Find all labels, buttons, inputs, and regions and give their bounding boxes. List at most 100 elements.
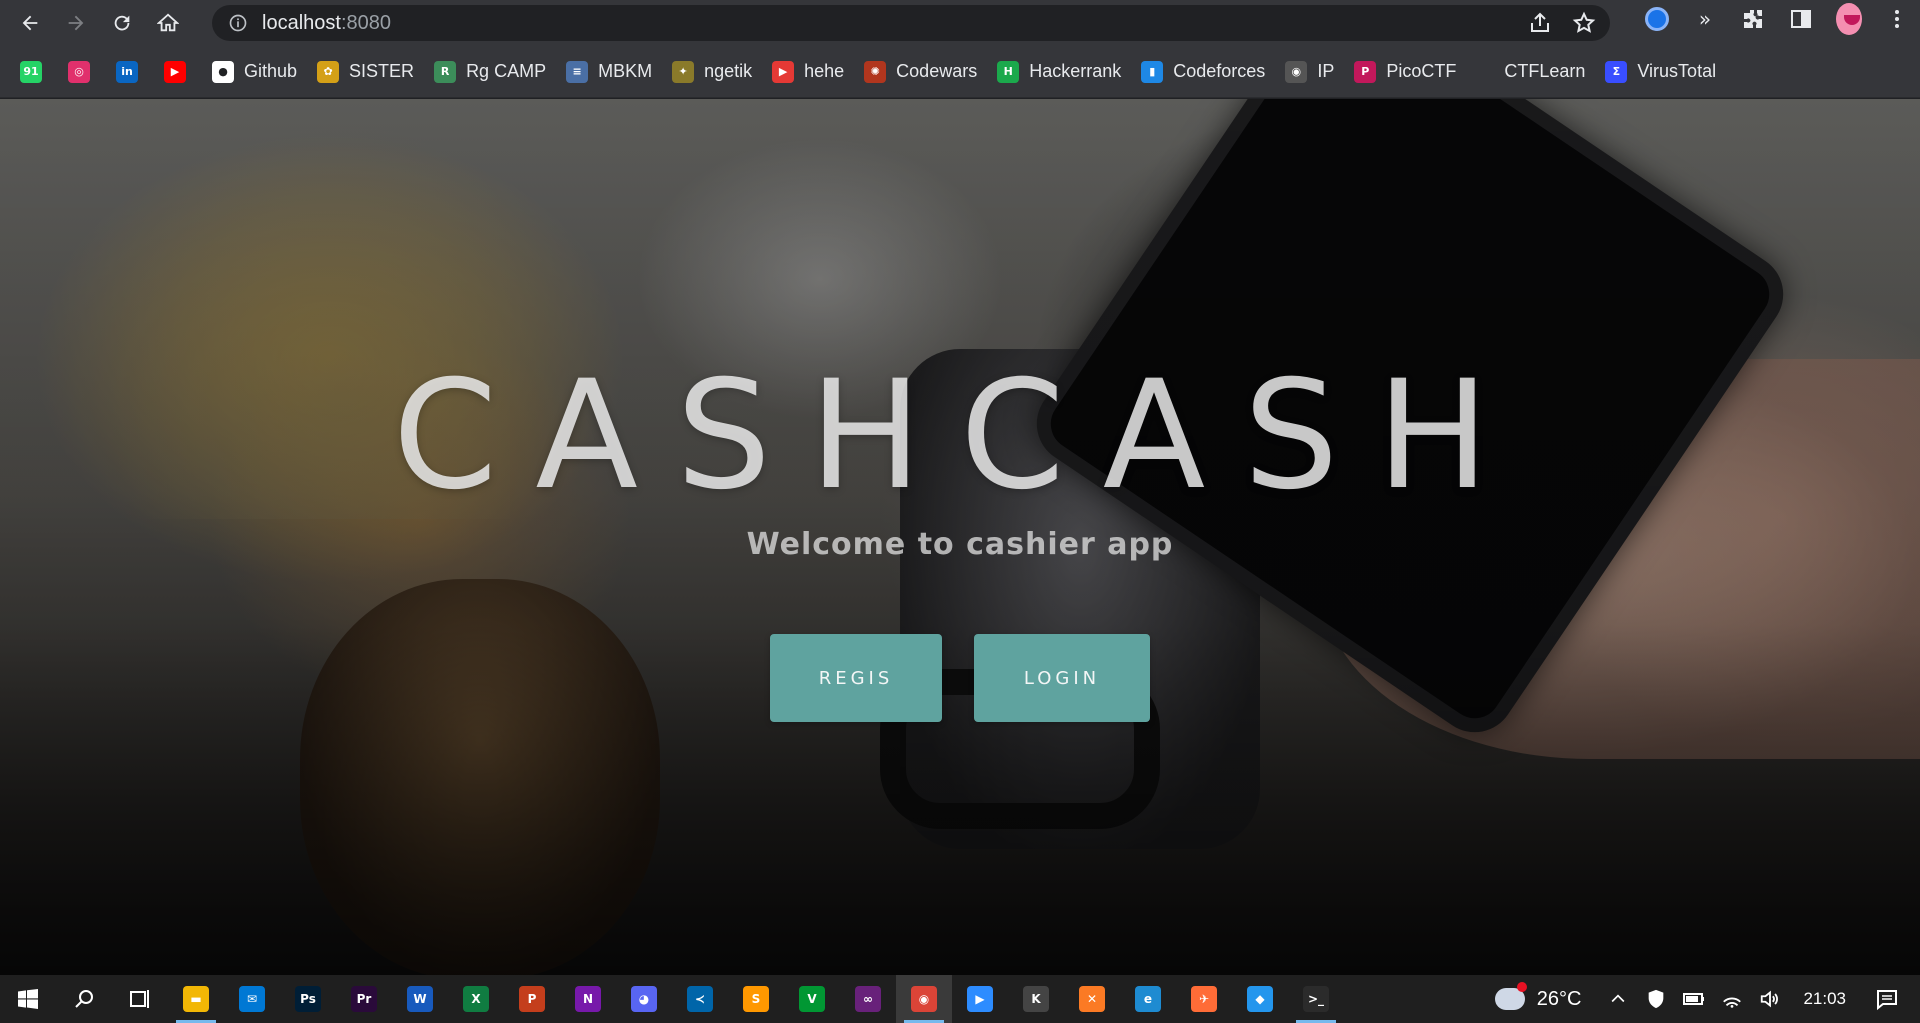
avatar[interactable] [1836,3,1862,35]
url-text[interactable]: localhost:8080 [262,12,391,35]
bookmark-hehe[interactable]: ▶ hehe [772,60,844,83]
taskbar-vim-button[interactable]: V [784,975,840,1023]
taskbar-terminal-button[interactable]: >_ [1288,975,1344,1023]
taskbar-edge-button[interactable]: e [1120,975,1176,1023]
visual-studio-icon: ∞ [855,986,881,1012]
taskbar-kali-button[interactable]: K [1008,975,1064,1023]
word-icon: W [407,986,433,1012]
bookmark-label: IP [1317,61,1335,81]
reload-icon[interactable] [104,5,140,41]
premiere-icon: Pr [351,986,377,1012]
bookmark-sister[interactable]: ✿ SISTER [317,60,414,83]
linkedin-icon: in [116,60,138,83]
vscode-icon: ≺ [687,986,713,1012]
extension-circle-icon[interactable] [1644,6,1670,32]
bookmark-instagram[interactable]: ◎ [68,60,90,83]
share-icon[interactable] [1528,11,1552,35]
bookmark-whatsapp[interactable]: 91 [20,60,42,83]
taskbar-premiere-button[interactable]: Pr [336,975,392,1023]
vim-icon: V [799,986,825,1012]
taskbar-postman-button[interactable]: ✈ [1176,975,1232,1023]
login-button[interactable]: LOGIN [974,634,1150,722]
github-icon: ● [212,60,234,83]
bookmark-label: Rg CAMP [466,61,547,81]
back-arrow-icon[interactable] [12,5,48,41]
mbkm-icon: ≡ [566,60,589,83]
codeforces-icon: ▮ [1141,60,1164,83]
taskbar-docker-button[interactable]: ◆ [1232,975,1288,1023]
postman-icon: ✈ [1191,986,1217,1012]
excel-icon: X [463,986,489,1012]
chevron-up-icon[interactable] [1603,984,1633,1014]
system-tray: 26°C 21:03 [1491,975,1920,1023]
address-bar[interactable]: localhost:8080 [212,5,1610,41]
extension-arrows-icon[interactable]: » [1692,6,1718,32]
bookmark-linkedin[interactable]: in [116,60,138,83]
sister-icon: ✿ [317,60,340,83]
forward-arrow-icon[interactable] [58,5,94,41]
taskbar-xampp-button[interactable]: ✕ [1064,975,1120,1023]
taskbar-excel-button[interactable]: X [448,975,504,1023]
battery-icon[interactable] [1679,984,1709,1014]
windows-start-icon[interactable] [0,975,56,1023]
weather-cloud-icon[interactable] [1494,982,1527,1014]
temperature[interactable]: 26°C [1537,988,1582,1011]
taskbar-zoom-button[interactable]: ▶ [952,975,1008,1023]
taskbar-mail-button[interactable]: ✉ [224,975,280,1023]
task-view-icon[interactable] [112,975,168,1023]
bookmark-label: Hackerrank [1029,61,1122,81]
bookmark-ctflearn[interactable]: CTFLearn [1504,61,1585,82]
ngetik-icon: ✦ [672,60,695,83]
chrome-icon: ◉ [911,986,937,1012]
taskbar-sublime-button[interactable]: S [728,975,784,1023]
bookmark-hackerrank[interactable]: H Hackerrank [997,60,1122,83]
bookmark-picoctf[interactable]: P PicoCTF [1354,60,1456,83]
shield-icon[interactable] [1641,984,1671,1014]
taskbar-powerpoint-button[interactable]: P [504,975,560,1023]
bookmark-youtube[interactable]: ▶ [164,60,186,83]
bookmark-github[interactable]: ● Github [212,60,297,83]
taskbar-vscode-button[interactable]: ≺ [672,975,728,1023]
info-icon[interactable] [228,13,248,33]
bookmark-codeforces[interactable]: ▮ Codeforces [1141,60,1266,83]
notification-icon[interactable] [1872,984,1902,1014]
taskbar-file-explorer-button[interactable]: ▬ [168,975,224,1023]
star-icon[interactable] [1572,11,1596,35]
powerpoint-icon: P [519,986,545,1012]
puzzle-icon[interactable] [1740,6,1766,32]
search-icon[interactable] [56,975,112,1023]
taskbar-apps: ▬ ✉ Ps Pr W X P N ◕ ≺ S V ∞ ◉ ▶ K ✕ e ✈ ◆ >_ [168,975,1344,1023]
side-panel-icon[interactable] [1788,6,1814,32]
url-port: :8080 [340,11,391,34]
bookmark-rg-camp[interactable]: R Rg CAMP [434,60,547,83]
bookmark-codewars[interactable]: ✺ Codewars [864,60,978,83]
home-icon[interactable] [150,5,186,41]
hehe-icon: ▶ [772,60,795,83]
bookmark-ngetik[interactable]: ✦ ngetik [672,60,752,83]
browser-toolbar: localhost:8080 » [0,0,1920,46]
taskbar-word-button[interactable]: W [392,975,448,1023]
mail-icon: ✉ [239,986,265,1012]
wifi-icon[interactable] [1717,984,1747,1014]
page-content: CASHCASH Welcome to cashier app REGIS LO… [0,99,1920,975]
kebab-menu-icon[interactable] [1884,6,1910,32]
xampp-icon: ✕ [1079,986,1105,1012]
bookmark-label: Codeforces [1173,61,1266,81]
volume-icon[interactable] [1755,984,1785,1014]
taskbar-visual-studio-button[interactable]: ∞ [840,975,896,1023]
docker-icon: ◆ [1247,986,1273,1012]
taskbar-onenote-button[interactable]: N [560,975,616,1023]
discord-icon: ◕ [631,986,657,1012]
regis-button[interactable]: REGIS [770,634,942,722]
onenote-icon: N [575,986,601,1012]
bookmark-mbkm[interactable]: ≡ MBKM [566,60,652,83]
hero-title: CASHCASH [392,349,1528,523]
bookmark-ip[interactable]: ◉ IP [1285,60,1335,83]
taskbar-chrome-button[interactable]: ◉ [896,975,952,1023]
taskbar-photoshop-button[interactable]: Ps [280,975,336,1023]
clock[interactable]: 21:03 [1803,989,1846,1009]
taskbar-discord-button[interactable]: ◕ [616,975,672,1023]
bookmark-virustotal[interactable]: Σ VirusTotal [1605,60,1716,83]
sublime-icon: S [743,986,769,1012]
bookmark-label: Codewars [896,61,978,81]
